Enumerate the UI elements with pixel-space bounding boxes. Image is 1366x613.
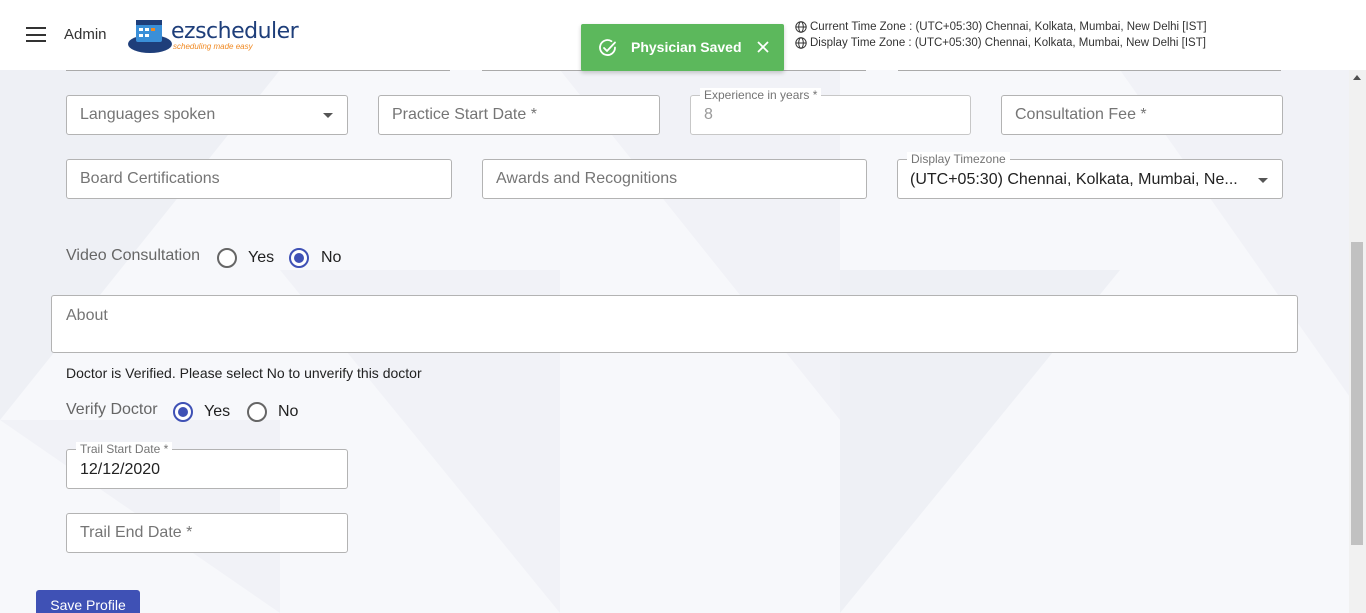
display-timezone-label: Display Timezone <box>907 152 1010 166</box>
verify-yes-label[interactable]: Yes <box>204 403 230 421</box>
current-timezone-text: Current Time Zone : (UTC+05:30) Chennai,… <box>810 21 1207 33</box>
trail-end-date-field[interactable]: Trail End Date * <box>66 513 348 553</box>
display-timezone: Display Time Zone : (UTC+05:30) Chennai,… <box>795 35 1207 51</box>
about-textarea[interactable]: About <box>51 295 1298 353</box>
consultation-fee-placeholder: Consultation Fee * <box>1015 106 1147 123</box>
video-consultation-label: Video Consultation <box>66 247 201 264</box>
verify-no-label[interactable]: No <box>278 403 298 421</box>
scrollbar-thumb[interactable] <box>1351 242 1363 545</box>
video-no-radio[interactable] <box>289 248 309 268</box>
close-icon[interactable] <box>756 40 770 54</box>
save-profile-button[interactable]: Save Profile <box>36 590 140 613</box>
success-toast: Physician Saved <box>581 24 784 71</box>
logo-icon <box>128 20 172 53</box>
globe-icon <box>795 21 807 33</box>
divider <box>898 70 1281 71</box>
trail-start-date-field[interactable]: Trail Start Date * 12/12/2020 <box>66 442 348 489</box>
practice-start-placeholder: Practice Start Date * <box>392 106 537 123</box>
current-timezone: Current Time Zone : (UTC+05:30) Chennai,… <box>795 19 1207 35</box>
board-cert-placeholder: Board Certifications <box>80 170 220 187</box>
user-label[interactable]: Admin <box>64 26 107 43</box>
vertical-scrollbar[interactable] <box>1349 70 1366 613</box>
check-circle-icon <box>599 39 616 56</box>
verify-doctor-label: Verify Doctor <box>66 401 158 418</box>
languages-placeholder: Languages spoken <box>80 106 216 123</box>
app-logo[interactable]: ezscheduler scheduling made easy <box>126 14 301 56</box>
awards-field[interactable]: Awards and Recognitions <box>482 159 867 199</box>
about-placeholder: About <box>66 307 108 324</box>
video-yes-label[interactable]: Yes <box>248 249 274 267</box>
video-no-label[interactable]: No <box>321 249 341 267</box>
consultation-fee-field[interactable]: Consultation Fee * <box>1001 95 1283 135</box>
menu-icon[interactable] <box>26 27 46 42</box>
practice-start-date-field[interactable]: Practice Start Date * <box>378 95 660 135</box>
verify-yes-radio[interactable] <box>173 402 193 422</box>
timezone-info: Current Time Zone : (UTC+05:30) Chennai,… <box>795 19 1207 51</box>
experience-label: Experience in years * <box>700 88 822 102</box>
languages-select[interactable]: Languages spoken <box>66 95 348 135</box>
display-timezone-value: (UTC+05:30) Chennai, Kolkata, Mumbai, Ne… <box>910 171 1238 188</box>
toast-message: Physician Saved <box>631 39 742 55</box>
trail-end-placeholder: Trail End Date * <box>80 524 193 541</box>
video-yes-radio[interactable] <box>217 248 237 268</box>
display-timezone-select[interactable]: Display Timezone (UTC+05:30) Chennai, Ko… <box>897 152 1283 199</box>
verify-no-radio[interactable] <box>247 402 267 422</box>
board-certifications-field[interactable]: Board Certifications <box>66 159 452 199</box>
experience-value: 8 <box>704 106 713 123</box>
dropdown-arrow-icon <box>323 113 333 118</box>
experience-field[interactable]: Experience in years * 8 <box>690 88 971 135</box>
logo-tagline: scheduling made easy <box>173 42 253 51</box>
globe-icon <box>795 37 807 49</box>
display-timezone-text: Display Time Zone : (UTC+05:30) Chennai,… <box>810 37 1206 49</box>
trail-start-value: 12/12/2020 <box>80 461 161 478</box>
scroll-up-icon[interactable] <box>1353 75 1361 80</box>
logo-text: ezscheduler <box>171 19 299 44</box>
dropdown-arrow-icon <box>1258 178 1268 183</box>
awards-placeholder: Awards and Recognitions <box>496 170 678 187</box>
verified-note: Doctor is Verified. Please select No to … <box>66 365 422 381</box>
trail-start-label: Trail Start Date * <box>76 442 173 456</box>
divider <box>66 70 450 71</box>
